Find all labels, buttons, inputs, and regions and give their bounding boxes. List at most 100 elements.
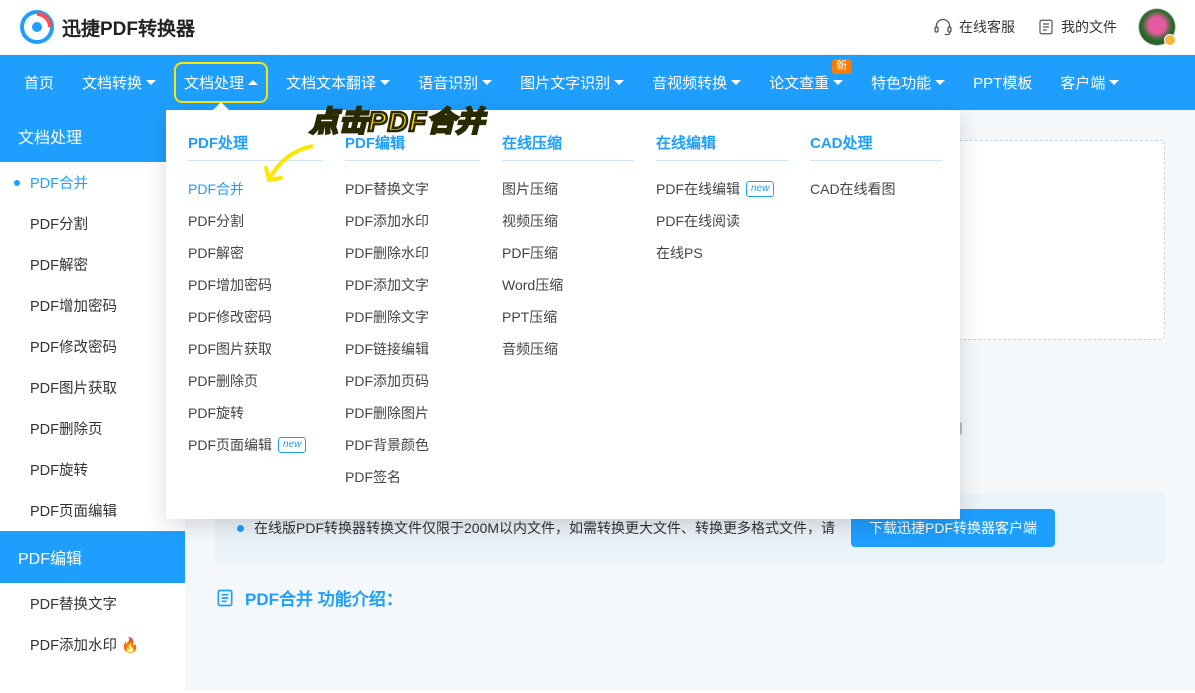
mega-item[interactable]: PDF增加密码 (188, 269, 345, 301)
caret-icon (1109, 80, 1119, 90)
mega-item-label: PDF增加密码 (188, 275, 272, 295)
support-link[interactable]: 在线客服 (933, 17, 1015, 37)
mega-item-label: PDF删除页 (188, 371, 258, 391)
mega-item[interactable]: PDF签名 (345, 461, 502, 493)
new-tag: new (278, 437, 306, 453)
caret-icon (146, 80, 156, 90)
mega-item[interactable]: Word压缩 (502, 269, 656, 301)
nav-badge: 新 (832, 59, 851, 74)
mega-item[interactable]: 图片压缩 (502, 173, 656, 205)
mega-item[interactable]: PDF在线阅读 (656, 205, 810, 237)
nav-item-0[interactable]: 首页 (10, 55, 68, 110)
support-label: 在线客服 (959, 17, 1015, 37)
nav-item-8[interactable]: 特色功能 (857, 55, 959, 110)
avatar[interactable] (1139, 9, 1175, 45)
nav-item-5[interactable]: 图片文字识别 (506, 55, 638, 110)
mega-item[interactable]: PDF添加水印 (345, 205, 502, 237)
sidebar-item[interactable]: PDF替换文字 (0, 583, 185, 624)
caret-icon (731, 80, 741, 90)
mega-item-label: PDF合并 (188, 179, 244, 199)
mega-item-label: PDF在线阅读 (656, 211, 740, 231)
mega-item[interactable]: PDF解密 (188, 237, 345, 269)
sidebar-item[interactable]: PDF删除页 (0, 408, 185, 449)
nav-label: 特色功能 (871, 72, 931, 93)
mega-head: 在线编辑 (656, 132, 788, 161)
intro-heading: PDF合并 功能介绍： (215, 585, 1165, 610)
mega-item[interactable]: 视频压缩 (502, 205, 656, 237)
mega-item[interactable]: PPT压缩 (502, 301, 656, 333)
nav-item-6[interactable]: 音视频转换 (638, 55, 755, 110)
mega-item[interactable]: PDF压缩 (502, 237, 656, 269)
nav-label: 语音识别 (418, 72, 478, 93)
mega-item-label: CAD在线看图 (810, 179, 896, 199)
sidebar-item[interactable]: PDF合并 (0, 162, 185, 203)
mega-item[interactable]: PDF页面编辑new (188, 429, 345, 461)
mega-col: 在线编辑 PDF在线编辑new PDF在线阅读在线PS (656, 132, 810, 493)
app-title: 迅捷PDF转换器 (62, 14, 195, 41)
sidebar-item[interactable]: PDF解密 (0, 244, 185, 285)
mega-item-label: PDF添加水印 (345, 211, 429, 231)
sidebar-item[interactable]: PDF图片获取 (0, 367, 185, 408)
mega-item[interactable]: PDF旋转 (188, 397, 345, 429)
nav-item-1[interactable]: 文档转换 (68, 55, 170, 110)
mega-item[interactable]: PDF分割 (188, 205, 345, 237)
caret-icon (935, 80, 945, 90)
caret-icon (833, 80, 843, 90)
nav-item-7[interactable]: 论文查重新 (755, 55, 857, 110)
mega-item-label: PDF分割 (188, 211, 244, 231)
mega-item[interactable]: PDF添加文字 (345, 269, 502, 301)
mega-item-label: PDF在线编辑 (656, 179, 740, 199)
mega-item-label: PDF压缩 (502, 243, 558, 263)
sidebar-item[interactable]: PDF添加水印🔥 (0, 624, 185, 665)
mega-item[interactable]: PDF修改密码 (188, 301, 345, 333)
nav-label: 图片文字识别 (520, 72, 610, 93)
mega-item-label: PDF图片获取 (188, 339, 272, 359)
mega-item-label: 音频压缩 (502, 339, 558, 359)
mega-item-label: PDF删除水印 (345, 243, 429, 263)
sidebar-item[interactable]: PDF增加密码 (0, 285, 185, 326)
mega-item-label: 在线PS (656, 243, 703, 263)
mega-head: 在线压缩 (502, 132, 634, 161)
intro-title: PDF合并 功能介绍： (245, 585, 403, 610)
nav-item-2[interactable]: 文档处理 (170, 55, 272, 110)
doc-icon (215, 588, 235, 608)
nav-item-9[interactable]: PPT模板 (959, 55, 1046, 110)
nav-label: 客户端 (1060, 72, 1105, 93)
bullet-icon (237, 525, 244, 532)
mega-item[interactable]: PDF图片获取 (188, 333, 345, 365)
mega-head: CAD处理 (810, 132, 942, 161)
mega-item[interactable]: PDF删除图片 (345, 397, 502, 429)
sidebar-item[interactable]: PDF页面编辑 (0, 490, 185, 531)
caret-icon (380, 80, 390, 90)
mega-item[interactable]: PDF删除文字 (345, 301, 502, 333)
mega-item[interactable]: 音频压缩 (502, 333, 656, 365)
mega-item-label: Word压缩 (502, 275, 563, 295)
my-files-link[interactable]: 我的文件 (1037, 17, 1117, 37)
logo-icon (20, 10, 54, 44)
logo[interactable]: 迅捷PDF转换器 (20, 10, 195, 44)
mega-item-label: PDF修改密码 (188, 307, 272, 327)
mega-item[interactable]: PDF删除水印 (345, 237, 502, 269)
mega-item[interactable]: PDF链接编辑 (345, 333, 502, 365)
main-nav: 首页文档转换文档处理文档文本翻译语音识别图片文字识别音视频转换论文查重新特色功能… (0, 55, 1195, 110)
sidebar-item[interactable]: PDF修改密码 (0, 326, 185, 367)
nav-item-10[interactable]: 客户端 (1046, 55, 1133, 110)
mega-item[interactable]: PDF在线编辑new (656, 173, 810, 205)
mega-item[interactable]: PDF删除页 (188, 365, 345, 397)
sidebar-item[interactable]: PDF旋转 (0, 449, 185, 490)
mega-item[interactable]: PDF添加页码 (345, 365, 502, 397)
mega-item[interactable]: CAD在线看图 (810, 173, 964, 205)
topbar: 迅捷PDF转换器 在线客服 我的文件 (0, 0, 1195, 55)
nav-label: 文档处理 (184, 72, 244, 93)
mega-item[interactable]: PDF背景颜色 (345, 429, 502, 461)
mega-item-label: 图片压缩 (502, 179, 558, 199)
sidebar-item[interactable]: PDF分割 (0, 203, 185, 244)
mega-item[interactable]: PDF替换文字 (345, 173, 502, 205)
file-icon (1037, 18, 1055, 36)
caret-icon (482, 80, 492, 90)
mega-item-label: PDF旋转 (188, 403, 244, 423)
mega-item[interactable]: 在线PS (656, 237, 810, 269)
sidebar-head-2: PDF编辑 (0, 531, 185, 583)
mega-item-label: PDF签名 (345, 467, 401, 487)
mega-item-label: PDF链接编辑 (345, 339, 429, 359)
